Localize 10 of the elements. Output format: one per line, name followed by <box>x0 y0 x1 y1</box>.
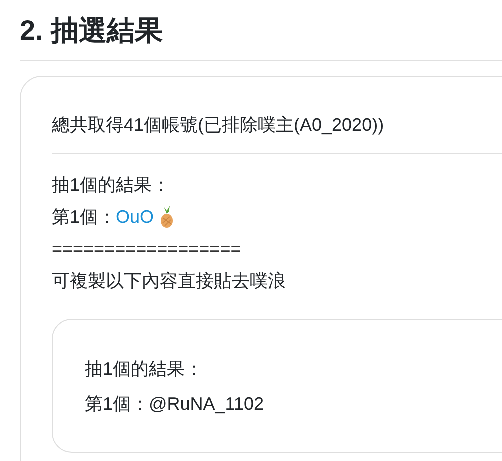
separator-text: ================== <box>52 238 242 261</box>
pineapple-icon <box>159 206 176 228</box>
result-label: 第1個： <box>52 206 116 229</box>
section-heading: 2. 抽選結果 <box>20 14 164 48</box>
copy-line: 抽1個的結果： <box>85 358 204 381</box>
copy-hint: 可複製以下內容直接貼去噗浪 <box>52 270 286 293</box>
copy-line: 第1個：@RuNA_1102 <box>85 393 264 416</box>
result-title: 抽1個的結果： <box>52 174 170 197</box>
summary-text: 總共取得41個帳號(已排除噗主(A0_2020)) <box>52 114 384 137</box>
account-link[interactable]: OuO <box>116 201 154 233</box>
